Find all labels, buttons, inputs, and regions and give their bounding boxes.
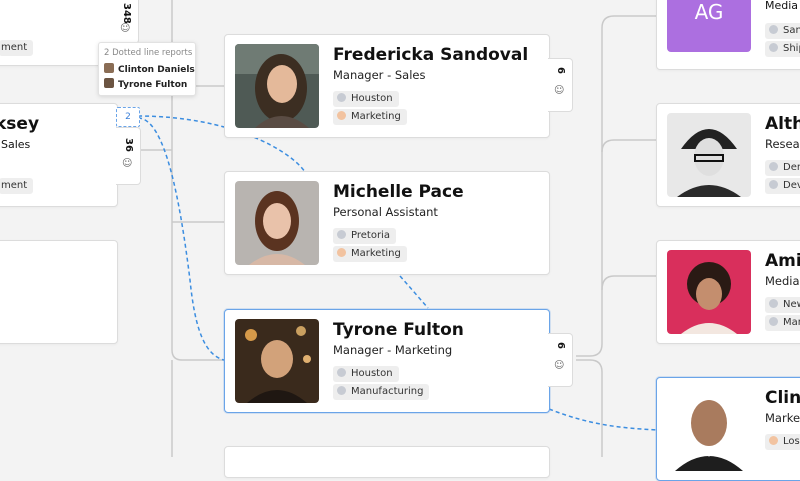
tag-text: Man [783,317,800,328]
location-tag: New [765,297,800,313]
person-role: Media [765,0,799,12]
person-name: Michelle Pace [333,182,464,202]
tooltip-row[interactable]: Tyrone Fulton [104,78,187,90]
report-count: 348 [121,3,132,24]
tooltip-row[interactable]: Clinton Daniels [104,63,195,75]
dotted-line-count[interactable]: 2 [116,107,140,127]
employee-card-selected[interactable]: Tyrone Fulton Manager - Marketing Housto… [224,309,550,413]
tag-text: Ship [783,43,800,54]
person-role: Media [765,274,800,288]
tag-department: ment [0,40,34,56]
location-dot-icon [769,436,778,445]
tag-text: Marketing [351,111,401,122]
department-tag: Manufacturing [333,384,430,400]
employee-card-selected[interactable]: Clint Market Los A [656,377,800,481]
person-role: Resear [765,137,800,151]
avatar [667,387,751,471]
department-dot-icon [337,111,346,120]
tag-text: Pretoria [351,230,390,241]
location-dot-icon [337,230,346,239]
location-dot-icon [337,368,346,377]
avatar [235,319,319,403]
person-role: Manager - Sales [333,68,426,82]
tag-text: Manufacturing [351,386,424,397]
avatar [667,250,751,334]
org-chart-canvas[interactable]: ment 348 ☺ 2 Dotted line reports Clinton… [0,0,800,481]
tag-department: ment [0,178,34,194]
tag-text: Marketing [351,248,401,259]
person-name: Fredericka Sandoval [333,45,529,65]
avatar [235,181,319,265]
report-count: 6 [555,342,566,349]
tooltip-row-label: Tyrone Fulton [118,80,188,90]
avatar: AG [667,0,751,52]
person-name: Clint [765,388,800,408]
department-tag: Deve [765,178,800,194]
location-dot-icon [337,93,346,102]
tag-text: Houston [351,368,393,379]
employee-card[interactable]: Fredericka Sandoval Manager - Sales Hous… [224,34,550,138]
avatar [235,44,319,128]
department-tag: Marketing [333,246,407,262]
location-tag: Los A [765,434,800,450]
person-name: Tyrone Fulton [333,320,464,340]
people-icon: ☺ [122,158,133,169]
partial-card-bottom-left[interactable] [0,240,118,344]
partial-card-bottom[interactable] [224,446,550,478]
report-count-tab[interactable]: 6 ☺ [548,333,573,387]
tag-text: New [783,299,800,310]
department-dot-icon [769,180,778,189]
tag-text: ment [1,180,28,191]
avatar [667,113,751,197]
location-tag: Den [765,160,800,176]
location-tag: Houston [333,91,399,107]
tag-text: Den [783,162,800,173]
person-role: Sales [1,138,31,151]
report-count-tab[interactable]: 348 ☺ [114,0,139,44]
tag-text: Houston [351,93,393,104]
report-count: 6 [555,67,566,74]
person-role: Personal Assistant [333,205,438,219]
tag-text: Deve [783,180,800,191]
report-count: 36 [123,138,134,152]
people-icon: ☺ [554,360,565,371]
location-dot-icon [769,162,778,171]
department-tag: Marketing [333,109,407,125]
person-role: Market [765,411,800,425]
employee-card[interactable]: Alth Resear Den Deve [656,103,800,207]
partial-card-mid-left[interactable]: ksey Sales ment [0,103,118,207]
report-count-tab[interactable]: 6 ☺ [548,58,573,112]
location-dot-icon [769,299,778,308]
department-dot-icon [769,43,778,52]
location-tag: Pretoria [333,228,396,244]
department-tag: Ship [765,41,800,57]
department-dot-icon [337,248,346,257]
report-count-tab[interactable]: 36 ☺ [116,127,141,185]
tooltip-header: 2 Dotted line reports [104,48,193,58]
location-tag: Houston [333,366,399,382]
tag-text: Los A [783,436,800,447]
employee-card[interactable]: Amit Media New Man [656,240,800,344]
tag-text: San [783,25,800,36]
location-dot-icon [769,25,778,34]
department-dot-icon [769,317,778,326]
dotted-line-tooltip: 2 Dotted line reports Clinton Daniels Ty… [98,42,196,96]
avatar [104,78,114,88]
people-icon: ☺ [120,23,131,34]
avatar [104,63,114,73]
person-name: Alth [765,114,800,134]
department-tag: Man [765,315,800,331]
department-dot-icon [337,386,346,395]
employee-card[interactable]: AG Media San Ship [656,0,800,70]
location-tag: San [765,23,800,39]
person-name: ksey [0,114,40,134]
employee-card[interactable]: Michelle Pace Personal Assistant Pretori… [224,171,550,275]
people-icon: ☺ [554,85,565,96]
person-role: Manager - Marketing [333,343,453,357]
tooltip-row-label: Clinton Daniels [118,65,195,75]
tag-text: ment [1,42,28,53]
person-name: Amit [765,251,800,271]
